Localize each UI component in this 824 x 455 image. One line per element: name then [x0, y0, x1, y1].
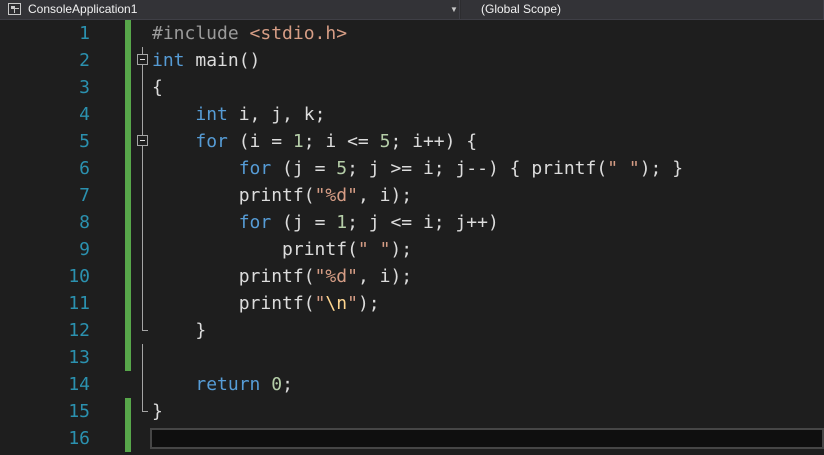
line-number: 13: [68, 347, 90, 368]
outline-guide: [136, 182, 148, 209]
outline-guide: [136, 371, 148, 398]
outline-guide: [136, 74, 148, 101]
outline-guide: [136, 101, 148, 128]
line-code[interactable]: for (j = 5; j >= i; j--) { printf(" "); …: [152, 155, 683, 182]
code-line: 3 {: [0, 74, 824, 101]
change-marker: [125, 290, 131, 317]
outline-guide: [136, 263, 148, 290]
code-line: 4 int i, j, k;: [0, 101, 824, 128]
code-line: 10 printf("%d", i);: [0, 263, 824, 290]
line-code[interactable]: for (i = 1; i <= 5; i++) {: [152, 128, 477, 155]
line-code[interactable]: }: [152, 317, 206, 344]
outline-guide: [136, 236, 148, 263]
code-line: 13: [0, 344, 824, 371]
line-number: 2: [79, 50, 90, 71]
line-number: 4: [79, 104, 90, 125]
outline-guide: [136, 47, 148, 74]
code-line: 8 for (j = 1; j <= i; j++): [0, 209, 824, 236]
line-code[interactable]: printf("%d", i);: [152, 263, 412, 290]
change-marker: [125, 317, 131, 344]
code-line: 14 return 0;: [0, 371, 824, 398]
line-number: 7: [79, 185, 90, 206]
code-line: 1 #include <stdio.h>: [0, 20, 824, 47]
line-code[interactable]: #include <stdio.h>: [152, 20, 347, 47]
code-line: 6 for (j = 5; j >= i; j--) { printf(" ")…: [0, 155, 824, 182]
project-dropdown[interactable]: ConsoleApplication1 ▼: [0, 0, 460, 19]
outline-guide: [136, 128, 148, 155]
project-icon: [8, 3, 21, 15]
outline-guide: [136, 155, 148, 182]
outline-guide: [136, 290, 148, 317]
line-number: 3: [79, 77, 90, 98]
line-code[interactable]: }: [152, 398, 163, 425]
code-line: 2 int main(): [0, 47, 824, 74]
outline-guide: [136, 317, 148, 344]
line-code[interactable]: printf(" ");: [152, 236, 412, 263]
change-marker: [125, 155, 131, 182]
line-number: 6: [79, 158, 90, 179]
change-marker: [125, 128, 131, 155]
change-marker: [125, 182, 131, 209]
line-number: 10: [68, 266, 90, 287]
code-line: 7 printf("%d", i);: [0, 182, 824, 209]
line-code[interactable]: for (j = 1; j <= i; j++): [152, 209, 499, 236]
chevron-down-icon[interactable]: ▼: [448, 0, 460, 19]
line-number: 12: [68, 320, 90, 341]
line-number: 11: [68, 293, 90, 314]
line-number: 14: [68, 374, 90, 395]
change-marker: [125, 101, 131, 128]
code-line: 9 printf(" ");: [0, 236, 824, 263]
change-marker: [125, 425, 131, 452]
code-editor[interactable]: 1 #include <stdio.h> 2 int main() 3 { 4 …: [0, 20, 824, 455]
change-marker: [125, 74, 131, 101]
line-number: 1: [79, 23, 90, 44]
collapse-icon[interactable]: [137, 54, 148, 65]
line-code[interactable]: return 0;: [152, 371, 293, 398]
change-marker: [125, 236, 131, 263]
line-number: 8: [79, 212, 90, 233]
line-number: 9: [79, 239, 90, 260]
outline-guide: [136, 209, 148, 236]
outline-guide: [136, 398, 148, 425]
change-marker: [125, 209, 131, 236]
line-code[interactable]: int main(): [152, 47, 260, 74]
line-code[interactable]: int i, j, k;: [152, 101, 325, 128]
change-marker: [125, 20, 131, 47]
line-code[interactable]: printf("\n");: [152, 290, 380, 317]
code-line: 15 }: [0, 398, 824, 425]
line-number: 15: [68, 401, 90, 422]
line-number: 16: [68, 428, 90, 449]
project-name: ConsoleApplication1: [28, 2, 138, 16]
code-line: 16: [0, 425, 824, 452]
scope-dropdown[interactable]: (Global Scope): [461, 0, 824, 19]
change-marker: [125, 344, 131, 371]
collapse-icon[interactable]: [137, 135, 148, 146]
scope-name: (Global Scope): [481, 2, 562, 16]
code-line: 5 for (i = 1; i <= 5; i++) {: [0, 128, 824, 155]
code-line: 11 printf("\n");: [0, 290, 824, 317]
change-marker: [125, 398, 131, 425]
line-code[interactable]: {: [152, 74, 163, 101]
line-code[interactable]: printf("%d", i);: [152, 182, 412, 209]
code-line: 12 }: [0, 317, 824, 344]
change-marker: [125, 47, 131, 74]
outline-guide: [136, 344, 148, 371]
line-number: 5: [79, 131, 90, 152]
navigation-bar: ConsoleApplication1 ▼ (Global Scope): [0, 0, 824, 20]
change-marker: [125, 263, 131, 290]
